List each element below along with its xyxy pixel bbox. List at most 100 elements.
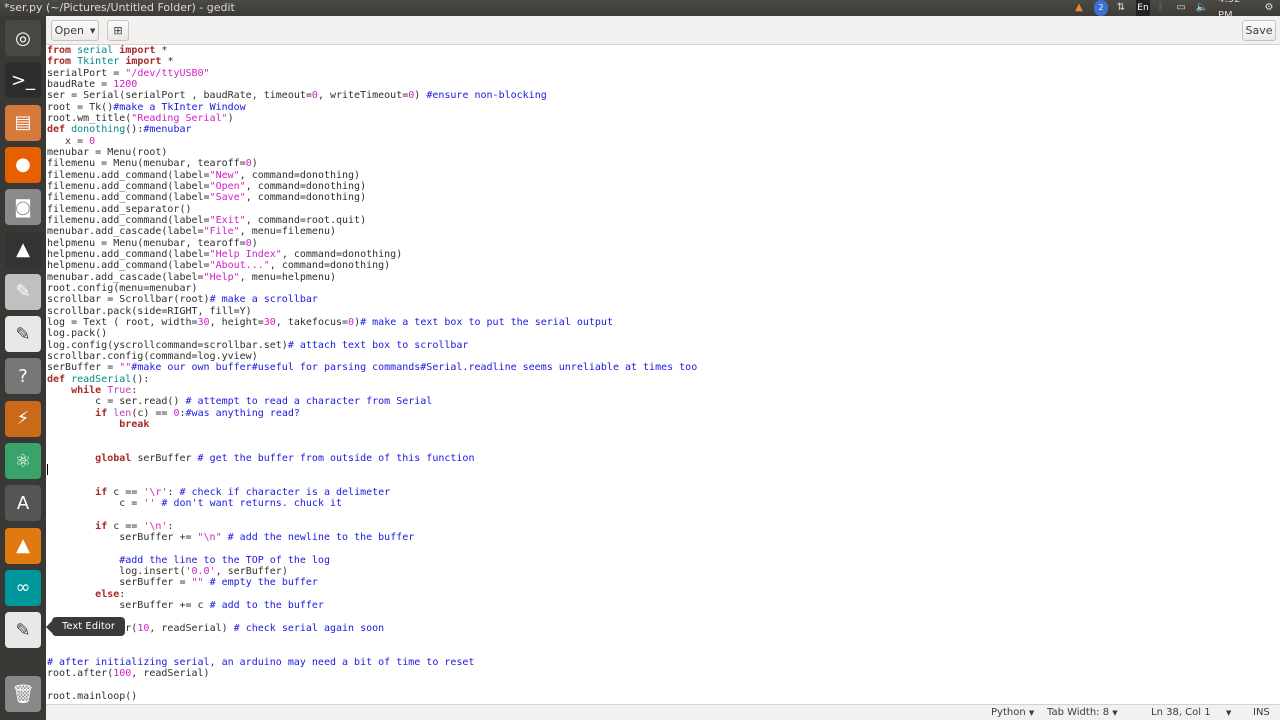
code-line[interactable]: c = '' # don't want returns. chuck it (47, 498, 697, 509)
cursor-position[interactable]: Ln 38, Col 1 (1151, 707, 1211, 718)
bluetooth-icon[interactable]: ᛒ (1156, 0, 1166, 16)
code-line[interactable]: if c == '\r': # check if character is a … (47, 487, 697, 498)
code-line[interactable] (47, 634, 697, 645)
code-line[interactable]: def donothing():#menubar (47, 124, 697, 135)
code-line[interactable]: c = ser.read() # attempt to read a chara… (47, 396, 697, 407)
launcher-trash[interactable]: 🗑 (5, 676, 41, 712)
code-line[interactable]: from Tkinter import * (47, 56, 697, 67)
code-line[interactable]: def readSerial(): (47, 374, 697, 385)
code-line[interactable]: serBuffer += c # add to the buffer (47, 600, 697, 611)
vlc-tray-icon[interactable]: ▲ (1072, 0, 1086, 16)
launcher-firefox[interactable]: ● (5, 146, 41, 183)
text-editor-area[interactable]: from serial import * from Tkinter import … (46, 45, 1280, 704)
code-line[interactable]: log = Text ( root, width=30, height=30, … (47, 317, 697, 328)
code-line[interactable]: filemenu.add_command(label="New", comman… (47, 170, 697, 181)
code-line[interactable]: filemenu.add_separator() (47, 204, 697, 215)
launcher-help[interactable]: ? (5, 358, 41, 395)
launcher-files[interactable]: ▤ (5, 104, 41, 141)
code-line[interactable]: serBuffer += "\n" # add the newline to t… (47, 532, 697, 543)
code-line[interactable]: helpmenu.add_command(label="Help Index",… (47, 249, 697, 260)
new-document-icon: ⊞ (113, 24, 123, 37)
launcher-camera[interactable]: ◙ (5, 189, 41, 226)
clock[interactable]: 4:52 PM (1218, 0, 1256, 21)
code-line[interactable] (47, 543, 697, 554)
launcher: ◎ >_ ▤ ● ◙ ▲ ✎ ✎? ⚡ ⚛ A ▲ ∞ ✎ 🗑 (0, 16, 46, 720)
code-line[interactable]: scrollbar.pack(side=RIGHT, fill=Y) (47, 306, 697, 317)
code-line[interactable]: log.insert('0.0', serBuffer) (47, 566, 697, 577)
code-line[interactable]: serBuffer = ""#make our own buffer#usefu… (47, 362, 697, 373)
code-line[interactable]: root = Tk()#make a TkInter Window (47, 102, 697, 113)
settings-gear-icon[interactable]: ⚙ (1262, 0, 1276, 16)
code-line[interactable]: while True: (47, 385, 697, 396)
vlc-icon: ▲ (16, 535, 30, 557)
code-line[interactable]: root.wm_title("Reading Serial") (47, 113, 697, 124)
code-line[interactable]: filemenu.add_command(label="Open", comma… (47, 181, 697, 192)
code-line[interactable]: serBuffer = "" # empty the buffer (47, 577, 697, 588)
code-line[interactable] (47, 611, 697, 622)
code-line[interactable]: baudRate = 1200 (47, 79, 697, 90)
code-line[interactable] (47, 679, 697, 690)
code-line[interactable]: global serBuffer # get the buffer from o… (47, 453, 697, 464)
code-line[interactable]: menubar.add_cascade(label="File", menu=f… (47, 226, 697, 237)
code-line[interactable]: ser = Serial(serialPort , baudRate, time… (47, 90, 697, 101)
launcher-inkscape[interactable]: ▲ (5, 231, 41, 268)
code-line[interactable]: if len(c) == 0:#was anything read? (47, 408, 697, 419)
code-line[interactable]: menubar.add_cascade(label="Help", menu=h… (47, 272, 697, 283)
code-line[interactable] (47, 509, 697, 520)
code-line[interactable]: root.config(menu=menubar) (47, 283, 697, 294)
launcher-atom[interactable]: ⚛ (5, 443, 41, 479)
code-line[interactable]: filemenu.add_command(label="Save", comma… (47, 192, 697, 203)
network-icon[interactable]: ⇅ (1114, 0, 1128, 16)
tab-width-selector[interactable]: Tab Width: 8 ▼ (1047, 707, 1118, 718)
code-view[interactable]: from serial import * from Tkinter import … (47, 45, 697, 702)
language-selector[interactable]: Python ▼ (991, 707, 1034, 718)
launcher-image-editor[interactable]: ✎ (5, 273, 41, 310)
code-line[interactable]: else: (47, 589, 697, 600)
code-line[interactable]: filemenu.add_command(label="Exit", comma… (47, 215, 697, 226)
code-line[interactable]: from serial import * (47, 45, 697, 56)
battery-icon[interactable]: ▭ (1172, 0, 1190, 16)
launcher-tooltip: Text Editor (46, 617, 125, 636)
open-button[interactable]: Open ▼ (51, 20, 99, 41)
open-label: Open (54, 24, 84, 37)
position-menu-chevron-icon[interactable]: ▼ (1226, 709, 1231, 717)
volume-icon[interactable]: 🔈 (1194, 0, 1210, 16)
launcher-vlc[interactable]: ▲ (5, 527, 41, 564)
launcher-text-editor-2[interactable]: ✎ (5, 316, 41, 353)
code-line[interactable] (47, 475, 697, 486)
launcher-terminal[interactable]: >_ (5, 62, 41, 99)
code-line[interactable]: #add the line to the TOP of the log (47, 555, 697, 566)
code-line[interactable]: serialPort = "/dev/ttyUSB0" (47, 68, 697, 79)
code-line[interactable] (47, 645, 697, 656)
notification-icon[interactable]: 2 (1094, 0, 1108, 16)
code-line[interactable]: log.config(yscrollcommand=scrollbar.set)… (47, 340, 697, 351)
code-line[interactable]: # after initializing serial, an arduino … (47, 657, 697, 668)
code-line[interactable]: x = 0 (47, 136, 697, 147)
code-line[interactable] (47, 430, 697, 441)
new-tab-button[interactable]: ⊞ (107, 20, 129, 41)
code-line[interactable]: helpmenu = Menu(menubar, tearoff=0) (47, 238, 697, 249)
launcher-fritzing[interactable]: ⚡ (5, 400, 41, 437)
code-line[interactable]: log.pack() (47, 328, 697, 339)
launcher-arduino[interactable]: ∞ (5, 569, 41, 606)
code-line[interactable]: scrollbar = Scrollbar(root)# make a scro… (47, 294, 697, 305)
code-line[interactable]: root.after(10, readSerial) # check seria… (47, 623, 697, 634)
launcher-text-editor[interactable]: ✎ (5, 612, 41, 649)
launcher-ubuntu-dash[interactable]: ◎ (5, 20, 41, 56)
keyboard-layout-indicator[interactable]: En (1136, 0, 1150, 16)
code-line[interactable]: root.mainloop() (47, 691, 697, 702)
code-line[interactable]: menubar = Menu(root) (47, 147, 697, 158)
code-line[interactable] (47, 464, 697, 475)
save-button[interactable]: Save (1242, 20, 1276, 41)
code-line[interactable]: if c == '\n': (47, 521, 697, 532)
language-label: Python (991, 707, 1026, 718)
launcher-software-updater[interactable]: A (5, 485, 41, 522)
code-line[interactable]: filemenu = Menu(menubar, tearoff=0) (47, 158, 697, 169)
code-line[interactable]: helpmenu.add_command(label="About...", c… (47, 260, 697, 271)
code-line[interactable]: scrollbar.config(command=log.yview) (47, 351, 697, 362)
arduino-icon: ∞ (15, 577, 31, 599)
inkscape-icon: ▲ (16, 239, 30, 260)
code-line[interactable] (47, 441, 697, 452)
code-line[interactable]: root.after(100, readSerial) (47, 668, 697, 679)
code-line[interactable]: break (47, 419, 697, 430)
